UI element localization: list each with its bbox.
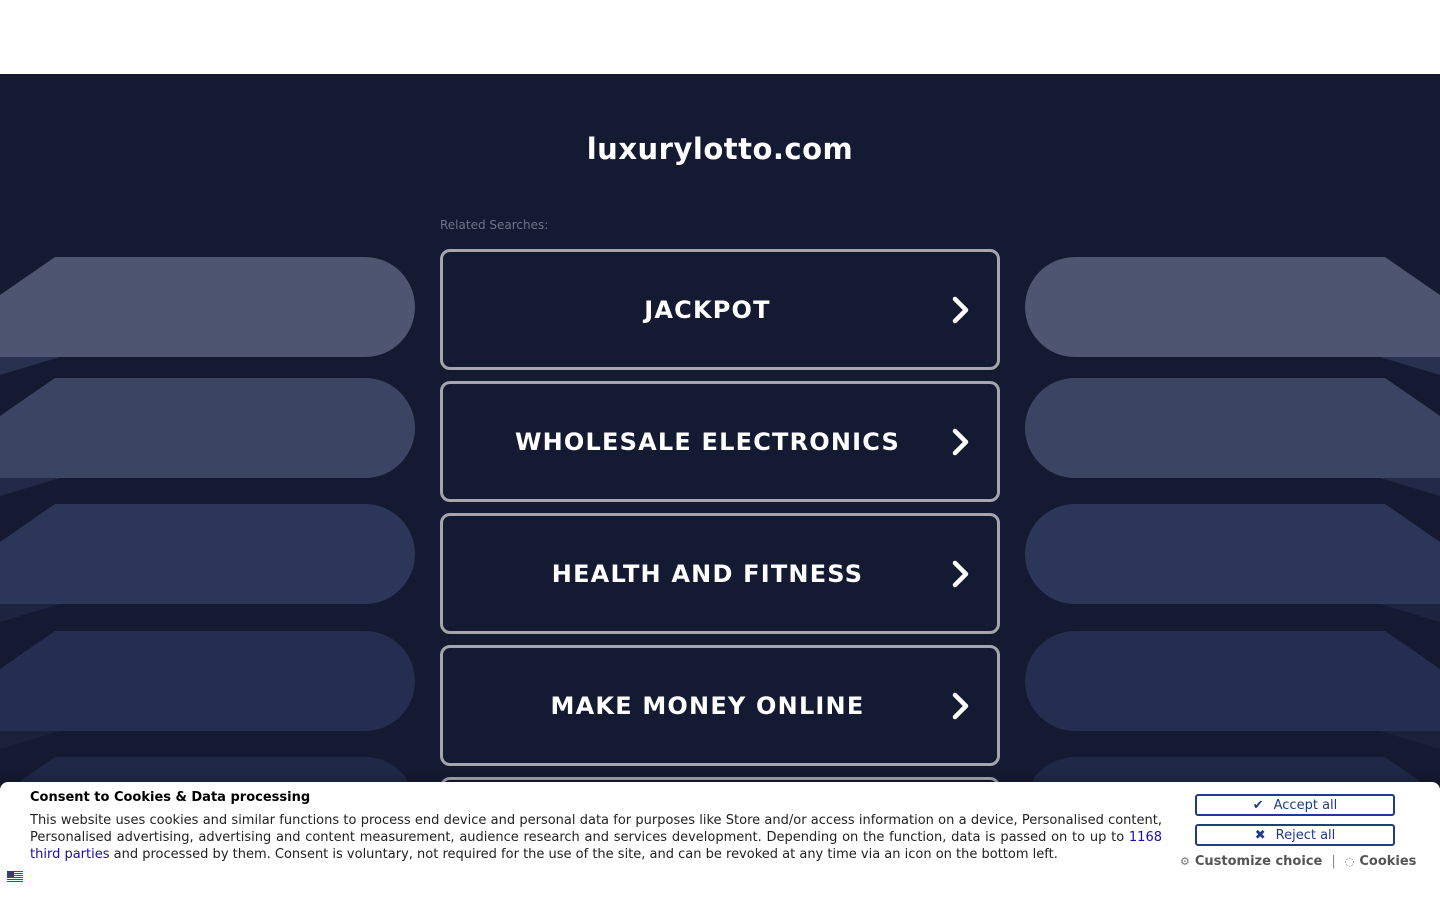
gear-icon: ⚙ (1180, 855, 1190, 868)
accept-all-label: Accept all (1273, 797, 1338, 813)
cookie-icon: ◌ (1344, 855, 1355, 868)
checkmark-icon: ✔ (1252, 797, 1264, 813)
customize-choice-link[interactable]: Customize choice (1195, 854, 1322, 869)
accept-all-button[interactable]: ✔ Accept all (1195, 794, 1395, 816)
search-link-health-and-fitness[interactable]: HEALTH AND FITNESS (440, 513, 1000, 634)
site-title: luxurylotto.com (586, 132, 854, 166)
related-searches-label: Related Searches: (440, 218, 549, 232)
search-link-label: JACKPOT (644, 295, 771, 324)
search-link-make-money-online[interactable]: MAKE MONEY ONLINE (440, 645, 1000, 766)
consent-secondary-links: ⚙ Customize choice | ◌ Cookies (1180, 854, 1420, 869)
x-close-icon: ✖ (1254, 827, 1266, 843)
link-separator: | (1331, 854, 1336, 869)
cookies-link[interactable]: Cookies (1359, 854, 1416, 869)
search-link-wholesale-electronics[interactable]: WHOLESALE ELECTRONICS (440, 381, 1000, 502)
chevron-right-icon (952, 692, 969, 719)
chevron-right-icon (952, 296, 969, 323)
search-link-label: MAKE MONEY ONLINE (550, 691, 865, 720)
search-link-label: HEALTH AND FITNESS (551, 559, 864, 588)
consent-text-after: and processed by them. Consent is volunt… (109, 847, 1058, 862)
reject-all-button[interactable]: ✖ Reject all (1195, 824, 1395, 846)
reject-all-label: Reject all (1275, 827, 1336, 843)
consent-description: This website uses cookies and similar fu… (30, 812, 1162, 863)
top-blank-strip (0, 0, 1440, 74)
search-link-jackpot[interactable]: JACKPOT (440, 249, 1000, 370)
cookie-consent-banner: Consent to Cookies & Data processing Thi… (0, 782, 1440, 900)
consent-text-before: This website uses cookies and similar fu… (30, 813, 1162, 845)
language-flag-icon[interactable] (7, 871, 23, 882)
chevron-right-icon (952, 428, 969, 455)
chevron-right-icon (952, 560, 969, 587)
parked-domain-page: luxurylotto.com Related Searches: JACKPO… (0, 74, 1440, 900)
consent-title: Consent to Cookies & Data processing (30, 790, 311, 805)
search-link-label: WHOLESALE ELECTRONICS (514, 427, 901, 456)
